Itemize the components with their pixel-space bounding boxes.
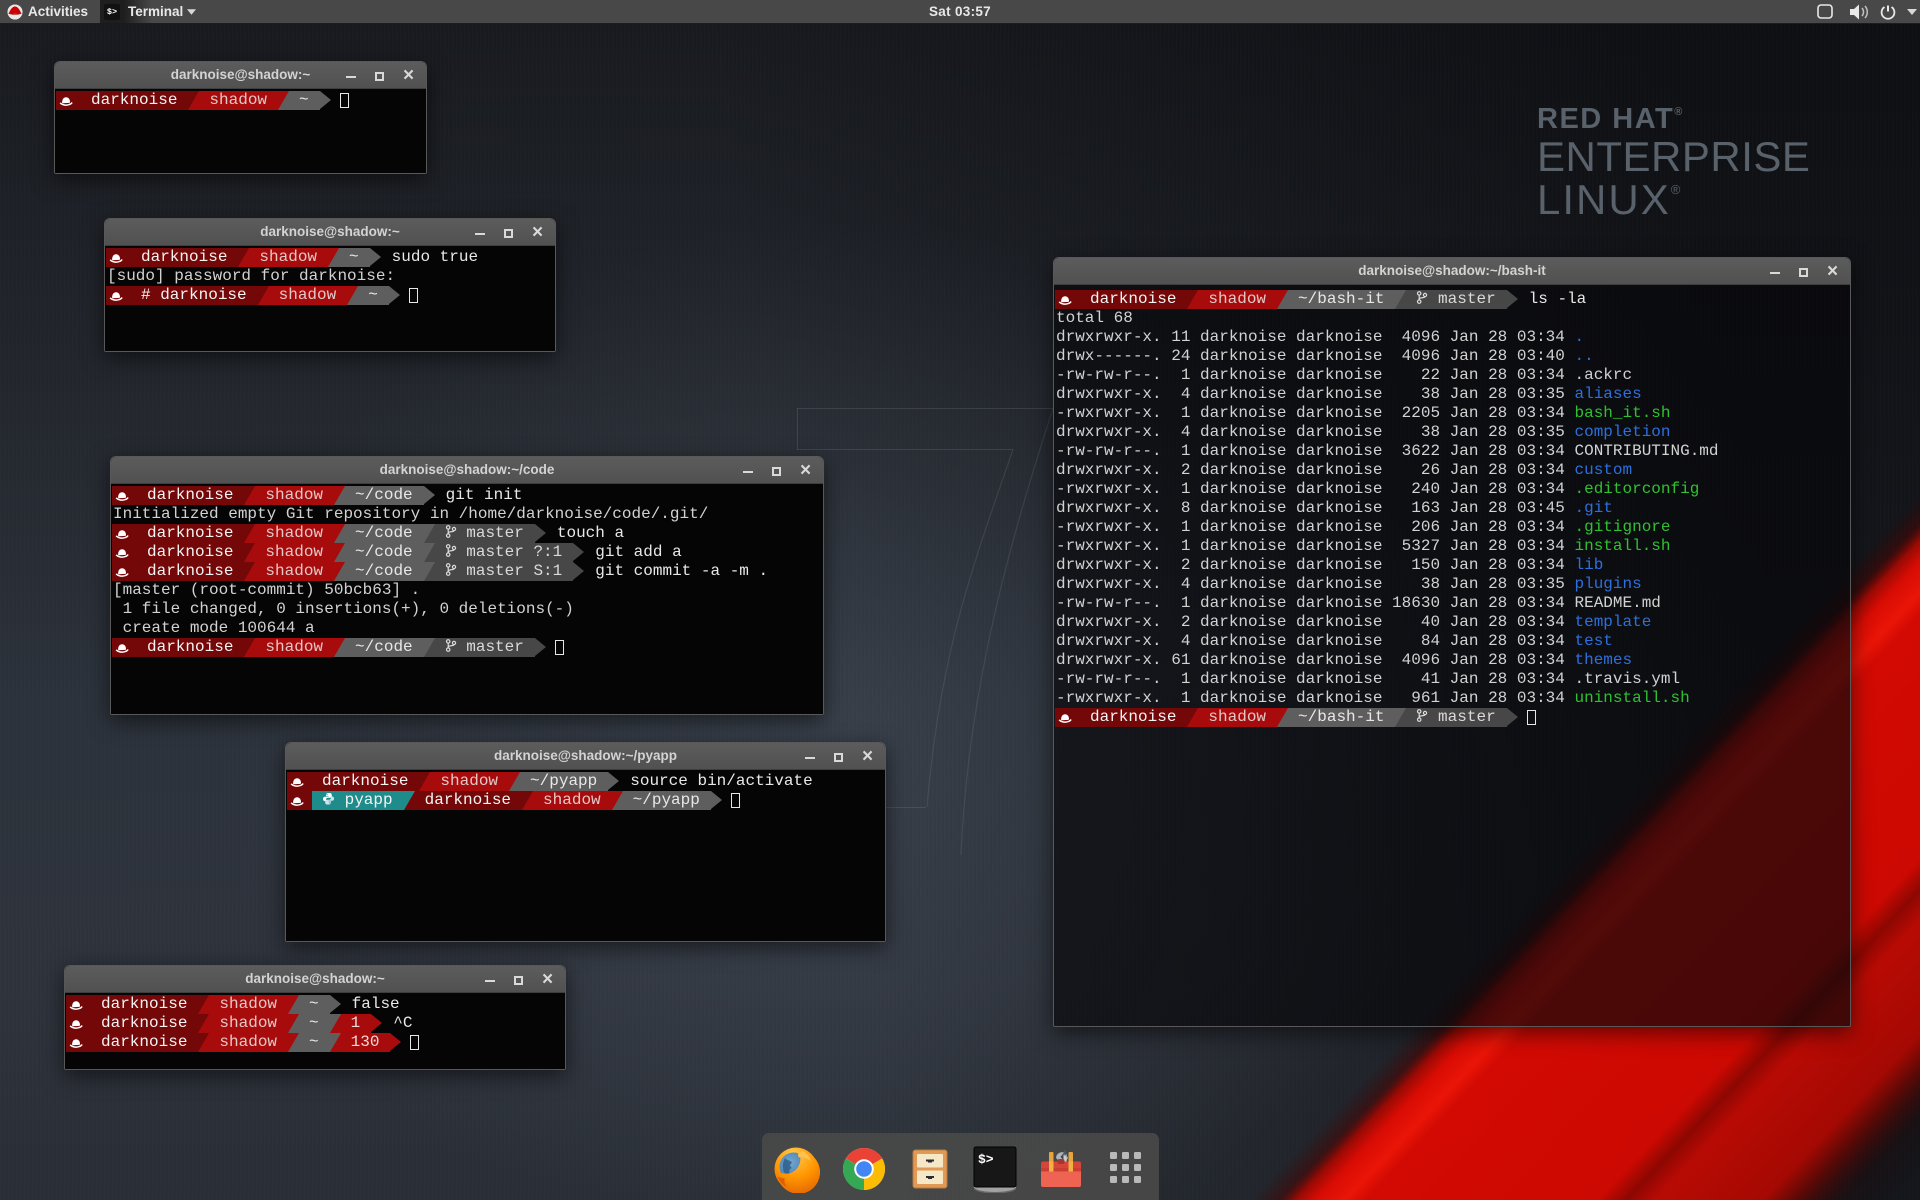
- svg-text:$>: $>: [978, 1152, 994, 1167]
